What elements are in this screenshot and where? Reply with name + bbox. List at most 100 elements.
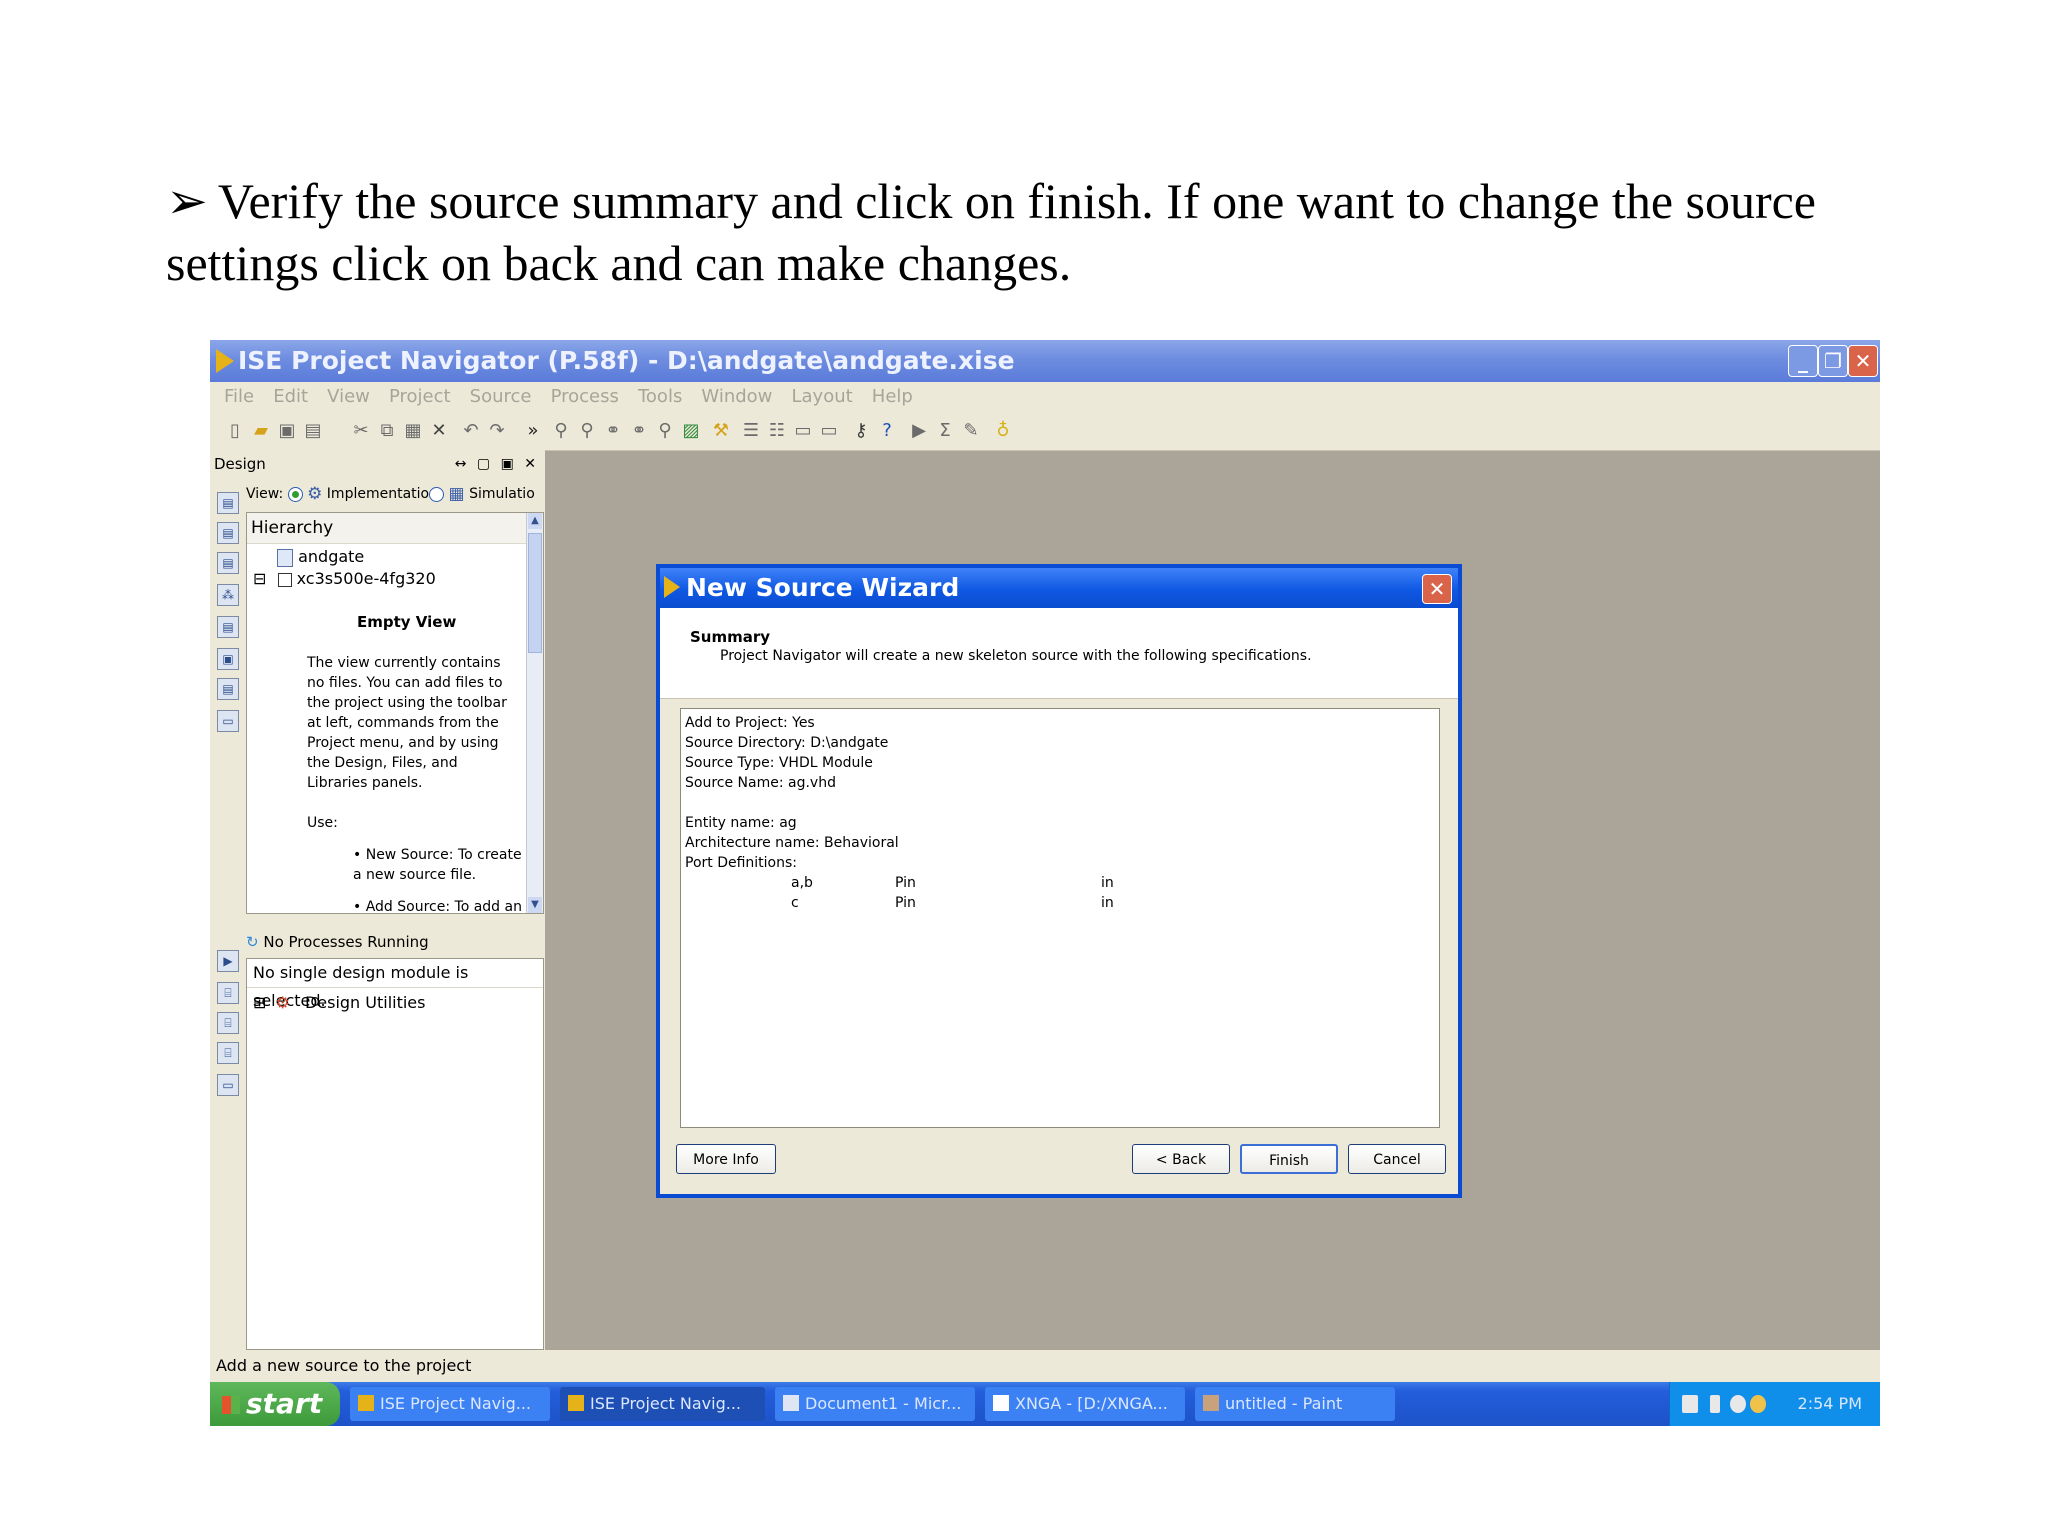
hierarchy-panel: Hierarchy andgate ⊟ xc3s500e-4fg320 Empt… — [246, 512, 544, 914]
process-message: No single design module is selected. — [247, 959, 543, 1010]
binoculars-next-icon[interactable]: ⚭ — [628, 420, 650, 442]
find-icon[interactable]: ⚲ — [550, 420, 572, 442]
run-icon[interactable]: ▶ — [908, 420, 930, 442]
menu-help[interactable]: Help — [872, 382, 913, 412]
summary-line: Entity name: ag — [685, 815, 797, 831]
cascade-icon[interactable]: ☰ — [740, 420, 762, 442]
process-tree-3-icon[interactable]: ⌸ — [217, 1042, 239, 1064]
processes-panel: No single design module is selected. ⊞ ⚙… — [246, 958, 544, 1350]
open-folder-icon[interactable]: ▰ — [250, 420, 272, 442]
remove-icon[interactable]: ▣ — [217, 648, 239, 670]
empty-view-title: Empty View — [357, 613, 457, 631]
hierarchy-icon[interactable]: ⁂ — [217, 584, 239, 606]
delete-icon[interactable]: ✕ — [428, 420, 450, 442]
simulation-radio[interactable] — [429, 486, 445, 502]
menu-view[interactable]: View — [327, 382, 370, 412]
start-label: start — [246, 1387, 323, 1420]
scroll-up-icon[interactable]: ▲ — [528, 513, 542, 529]
summary-line: Source Type: VHDL Module — [685, 755, 873, 771]
copy-icon[interactable]: ⧉ — [376, 420, 398, 442]
cancel-button[interactable]: Cancel — [1348, 1144, 1446, 1174]
probe-icon[interactable]: ✎ — [960, 420, 982, 442]
report-icon[interactable]: ▨ — [680, 420, 702, 442]
paint-task-icon — [1203, 1395, 1219, 1411]
menu-window[interactable]: Window — [701, 382, 772, 412]
task-xnga[interactable]: XNGA - [D:/XNGA... — [985, 1387, 1185, 1421]
process-tree-2-icon[interactable]: ⌸ — [217, 1012, 239, 1034]
redo-icon[interactable]: ↷ — [486, 420, 508, 442]
add-copy-source-icon[interactable]: ▤ — [217, 552, 239, 574]
wrench-icon[interactable]: ⚷ — [850, 420, 872, 442]
run-process-icon[interactable]: ▶ — [217, 950, 239, 972]
task-ise-2[interactable]: ISE Project Navig... — [560, 1387, 765, 1421]
tree-item-andgate[interactable]: andgate — [277, 547, 364, 567]
task-paint[interactable]: untitled - Paint — [1195, 1387, 1395, 1421]
status-bar: Add a new source to the project — [210, 1350, 1880, 1382]
minimize-button[interactable]: _ — [1788, 345, 1818, 377]
more-tools-icon[interactable]: » — [522, 420, 544, 442]
close-button[interactable]: ✕ — [1848, 345, 1878, 377]
hammer-icon[interactable]: ⚒ — [710, 420, 732, 442]
save-icon[interactable]: ▣ — [276, 420, 298, 442]
tray-app-icon[interactable] — [1682, 1395, 1698, 1413]
dialog-titlebar[interactable]: New Source Wizard ✕ — [660, 568, 1458, 608]
sigma-icon[interactable]: Σ — [934, 420, 956, 442]
menu-process[interactable]: Process — [551, 382, 619, 412]
more-info-button[interactable]: More Info — [676, 1144, 776, 1174]
window-titlebar[interactable]: ISE Project Navigator (P.58f) - D:\andga… — [210, 340, 1880, 382]
menu-project[interactable]: Project — [389, 382, 451, 412]
new-source-icon[interactable]: ▤ — [217, 492, 239, 514]
tree-item-device[interactable]: ⊟ xc3s500e-4fg320 — [253, 569, 436, 588]
panel-controls[interactable]: ↔ ▢ ▣ ✕ — [455, 450, 539, 478]
system-tray: 2:54 PM — [1669, 1382, 1880, 1426]
find-next-icon[interactable]: ⚲ — [576, 420, 598, 442]
implementation-label[interactable]: Implementatio — [327, 486, 429, 502]
simulation-label[interactable]: Simulatio — [469, 486, 535, 502]
save-all-icon[interactable]: ▤ — [302, 420, 324, 442]
panel-window-icon[interactable]: ▭ — [217, 710, 239, 732]
tray-back-icon[interactable] — [1730, 1395, 1746, 1413]
open-source-icon[interactable]: ▤ — [217, 678, 239, 700]
process-tree-icon[interactable]: ⌸ — [217, 982, 239, 1004]
menu-file[interactable]: File — [224, 382, 254, 412]
summary-textbox[interactable]: Add to Project: Yes Source Directory: D:… — [680, 708, 1440, 1128]
task-word[interactable]: Document1 - Micr... — [775, 1387, 975, 1421]
process-window-icon[interactable]: ▭ — [217, 1074, 239, 1096]
design-panel-header: Design ↔ ▢ ▣ ✕ — [210, 450, 545, 478]
tile-horizontal-icon[interactable]: ☷ — [766, 420, 788, 442]
finish-button[interactable]: Finish — [1240, 1144, 1338, 1174]
menu-source[interactable]: Source — [470, 382, 532, 412]
collapse-icon[interactable]: ⊟ — [253, 569, 266, 588]
tray-user-icon[interactable] — [1750, 1395, 1766, 1413]
tree-item-design-utilities[interactable]: ⊞ ⚙ Design Utilities — [253, 993, 425, 1012]
restore-button[interactable]: ❐ — [1818, 345, 1848, 377]
menu-edit[interactable]: Edit — [273, 382, 308, 412]
back-button[interactable]: < Back — [1132, 1144, 1230, 1174]
close-all-icon[interactable]: ▭ — [818, 420, 840, 442]
properties-icon[interactable]: ▤ — [217, 616, 239, 638]
lightbulb-icon[interactable]: ♁ — [992, 420, 1014, 442]
binoculars-icon[interactable]: ⚭ — [602, 420, 624, 442]
help-cursor-icon[interactable]: ? — [876, 420, 898, 442]
menu-layout[interactable]: Layout — [792, 382, 853, 412]
dialog-close-button[interactable]: ✕ — [1422, 574, 1452, 604]
use-label: Use: — [307, 815, 338, 831]
scroll-down-icon[interactable]: ▼ — [528, 897, 542, 913]
cut-icon[interactable]: ✂ — [350, 420, 372, 442]
new-file-icon[interactable]: ▯ — [224, 420, 246, 442]
search-icon[interactable]: ⚲ — [654, 420, 676, 442]
design-panel-title: Design — [214, 455, 266, 473]
add-source-icon[interactable]: ▤ — [217, 522, 239, 544]
expand-icon[interactable]: ⊞ — [253, 993, 266, 1012]
implementation-radio[interactable] — [287, 486, 303, 502]
menu-tools[interactable]: Tools — [638, 382, 682, 412]
undo-icon[interactable]: ↶ — [460, 420, 482, 442]
tile-vertical-icon[interactable]: ▭ — [792, 420, 814, 442]
summary-line: Architecture name: Behavioral — [685, 835, 899, 851]
scroll-thumb[interactable] — [528, 533, 542, 653]
hierarchy-scrollbar[interactable]: ▲ ▼ — [526, 513, 543, 913]
tray-network-icon[interactable] — [1710, 1395, 1720, 1413]
start-button[interactable]: start — [210, 1382, 340, 1426]
task-ise-1[interactable]: ISE Project Navig... — [350, 1387, 550, 1421]
paste-icon[interactable]: ▦ — [402, 420, 424, 442]
